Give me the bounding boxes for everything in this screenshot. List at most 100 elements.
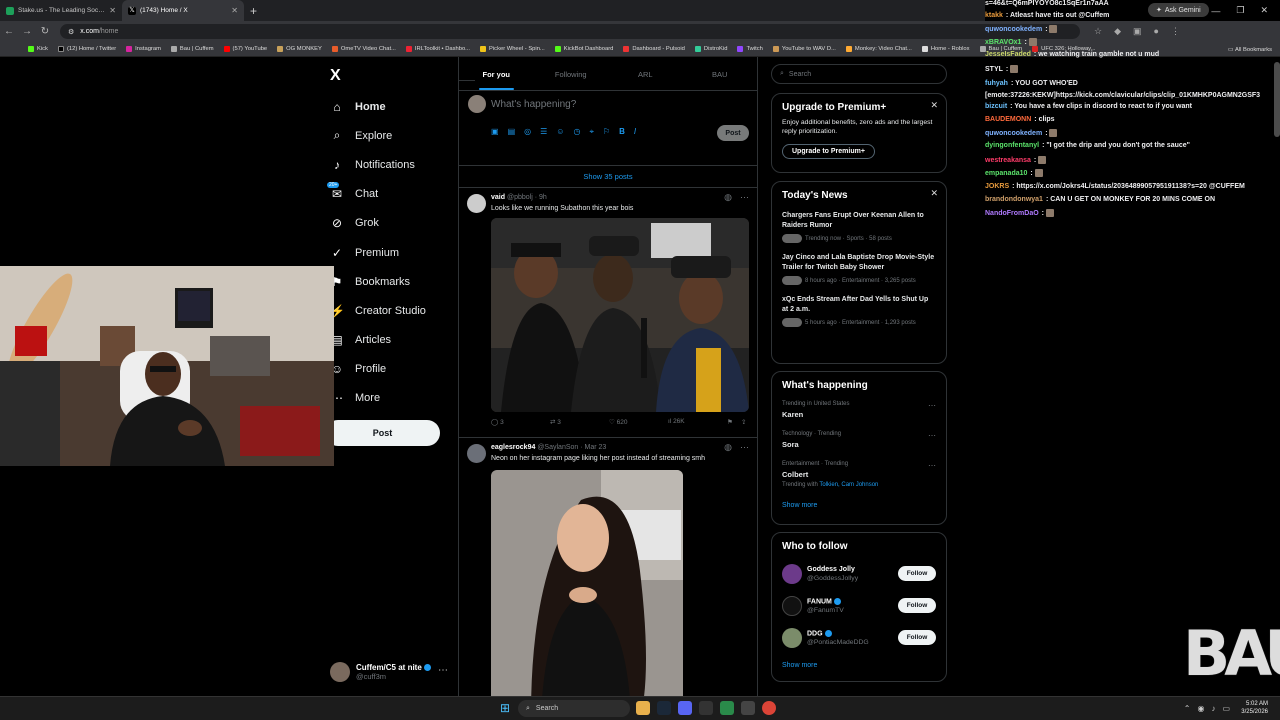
- tweet[interactable]: eaglesrock94 @SaylanSon · Mar 23 ◍ ⋯ Neon…: [459, 438, 757, 697]
- nav-home[interactable]: ⌂ Home: [330, 92, 426, 121]
- nav-grok[interactable]: ⊘ Grok: [330, 209, 426, 238]
- nav-explore[interactable]: ⌕ Explore: [330, 121, 426, 150]
- follow-suggestion[interactable]: DDG @PontiacMadeDDG Follow: [782, 628, 936, 648]
- obs-icon[interactable]: [720, 701, 734, 715]
- chat-username[interactable]: dyingonfentanyl: [985, 142, 1039, 149]
- bookmark[interactable]: IRLToolkit • Dashbo...: [405, 46, 470, 52]
- trend-sub-links[interactable]: Tolkien, Cam Johnson: [819, 482, 878, 488]
- app-icon[interactable]: [741, 701, 755, 715]
- close-tab-icon[interactable]: ✕: [109, 6, 116, 15]
- discord-icon[interactable]: [678, 701, 692, 715]
- show-new-posts[interactable]: Show 35 posts: [459, 166, 757, 188]
- close-tab-icon[interactable]: ✕: [231, 6, 238, 15]
- flag-icon[interactable]: ⚐: [603, 127, 610, 137]
- news-item[interactable]: Chargers Fans Erupt Over Keenan Allen to…: [782, 211, 936, 243]
- chat-username[interactable]: quwoncookedem: [985, 26, 1042, 33]
- reply-button[interactable]: ◯ 3: [491, 418, 550, 426]
- trend-item[interactable]: Entertainment · Trending Colbert Trending …: [782, 461, 936, 488]
- bookmark[interactable]: Monkey: Video Chat...: [845, 46, 912, 52]
- follow-button[interactable]: Follow: [898, 630, 936, 645]
- nav-more[interactable]: ⋯ More: [330, 384, 426, 413]
- follow-suggestion[interactable]: Goddess Jolly @GoddessJollyy Follow: [782, 564, 936, 584]
- compose-post-button[interactable]: Post: [717, 125, 749, 141]
- grok-icon[interactable]: ◍: [724, 442, 732, 453]
- nav-articles[interactable]: ▤ Articles: [330, 326, 426, 355]
- chat-username[interactable]: BAUDEMONN: [985, 116, 1031, 123]
- bookmark[interactable]: (57) YouTube: [223, 46, 267, 52]
- windows-start-icon[interactable]: ⊞: [500, 702, 512, 714]
- more-dots-icon[interactable]: ⋯: [928, 461, 936, 470]
- poll-icon[interactable]: ☰: [540, 127, 547, 137]
- chat-username[interactable]: empanada10: [985, 170, 1027, 177]
- more-dots-icon[interactable]: ⋯: [438, 665, 448, 676]
- network-icon[interactable]: ◉: [1197, 704, 1204, 713]
- like-button[interactable]: ♡ 620: [609, 418, 668, 426]
- tweet-image[interactable]: [491, 218, 749, 412]
- show-more-link[interactable]: Show more: [782, 662, 936, 669]
- follow-button[interactable]: Follow: [898, 566, 936, 581]
- bookmark[interactable]: YouTube to WAV D...: [772, 46, 836, 52]
- chat-username[interactable]: quwoncookedem: [985, 130, 1042, 137]
- bookmark[interactable]: DistroKid: [694, 46, 727, 52]
- more-dots-icon[interactable]: ⋯: [740, 192, 749, 203]
- trend-item[interactable]: Trending in United States Karen ⋯: [782, 401, 936, 419]
- chat-username[interactable]: brandondonwya1: [985, 196, 1043, 203]
- bookmark[interactable]: Bau | Cuffem: [170, 46, 214, 52]
- compose-input[interactable]: What's happening?: [491, 99, 576, 110]
- account-switcher[interactable]: Cuffem/C5 at nite @cuff3m ⋯: [330, 662, 448, 682]
- schedule-icon[interactable]: ◷: [573, 127, 580, 137]
- bookmark[interactable]: KickBot Dashboard: [554, 46, 613, 52]
- italic-icon[interactable]: I: [634, 127, 636, 137]
- bookmark[interactable]: Picker Wheel - Spin...: [480, 46, 545, 52]
- chrome-icon[interactable]: [762, 701, 776, 715]
- volume-icon[interactable]: ♪: [1211, 704, 1215, 713]
- chat-username[interactable]: fuhyah: [985, 80, 1008, 87]
- reload-icon[interactable]: ↻: [36, 26, 54, 37]
- tweet-author[interactable]: vaid: [491, 194, 505, 201]
- avatar[interactable]: [467, 194, 486, 213]
- site-info-icon[interactable]: ⚙: [68, 28, 74, 36]
- upgrade-premium-button[interactable]: Upgrade to Premium+: [782, 144, 875, 159]
- bookmark[interactable]: Instagram: [126, 46, 161, 52]
- tab-x-home[interactable]: 𝕏 (1743) Home / X ✕: [122, 0, 244, 21]
- trend-item[interactable]: Technology · Trending Sora ⋯: [782, 431, 936, 449]
- more-dots-icon[interactable]: ⋯: [740, 442, 749, 453]
- search-input[interactable]: ⌕ Search: [771, 64, 947, 84]
- chat-username[interactable]: xBRAVOx1: [985, 39, 1021, 46]
- more-dots-icon[interactable]: ⋯: [928, 401, 936, 410]
- bookmark[interactable]: Home - Roblox: [921, 46, 970, 52]
- clock[interactable]: 5:02 AM 3/25/2026: [1241, 700, 1268, 716]
- nav-profile[interactable]: ☺ Profile: [330, 355, 426, 384]
- url-input[interactable]: ⚙ x.com/home: [60, 24, 1080, 39]
- bookmark[interactable]: OmeTV Video Chat...: [331, 46, 396, 52]
- chat-username[interactable]: STYL: [985, 66, 1003, 73]
- news-item[interactable]: Jay Cinco and Lala Baptiste Drop Movie-S…: [782, 253, 936, 285]
- chevron-up-icon[interactable]: ⌃: [1184, 704, 1191, 713]
- nav-premium[interactable]: ✓ Premium: [330, 238, 426, 267]
- grok-icon[interactable]: ◍: [724, 192, 732, 203]
- post-button[interactable]: Post: [325, 420, 440, 446]
- battery-icon[interactable]: ▭: [1222, 704, 1230, 713]
- avatar[interactable]: [467, 444, 486, 463]
- close-icon[interactable]: ✕: [930, 100, 938, 111]
- share-icon[interactable]: ⇪: [741, 418, 749, 426]
- chat-username[interactable]: JesseIsFaded: [985, 51, 1031, 58]
- forward-icon[interactable]: →: [18, 26, 36, 37]
- repost-button[interactable]: ⇄ 3: [550, 418, 609, 426]
- tweet-author[interactable]: eaglesrock94: [491, 444, 535, 451]
- tab-stake[interactable]: Stake.us - The Leading Social C ✕: [0, 0, 122, 21]
- bookmark[interactable]: Kick: [28, 46, 48, 52]
- close-icon[interactable]: ✕: [930, 188, 938, 199]
- file-explorer-icon[interactable]: [636, 701, 650, 715]
- nav-notifications[interactable]: ♪ Notifications: [330, 150, 426, 179]
- steam-icon[interactable]: [657, 701, 671, 715]
- chat-username[interactable]: JOKRS: [985, 183, 1009, 190]
- app-icon[interactable]: [699, 701, 713, 715]
- back-icon[interactable]: ←: [0, 26, 18, 37]
- chat-username[interactable]: bizcuit: [985, 103, 1007, 110]
- bold-icon[interactable]: B: [619, 127, 625, 137]
- views-button[interactable]: ıl 26K: [668, 418, 727, 426]
- emoji-icon[interactable]: ☺: [556, 127, 564, 137]
- tweet[interactable]: vaid @pbbolj · 9h ◍ ⋯ Looks like we runni…: [459, 188, 757, 438]
- gif-icon[interactable]: ▤: [508, 127, 516, 137]
